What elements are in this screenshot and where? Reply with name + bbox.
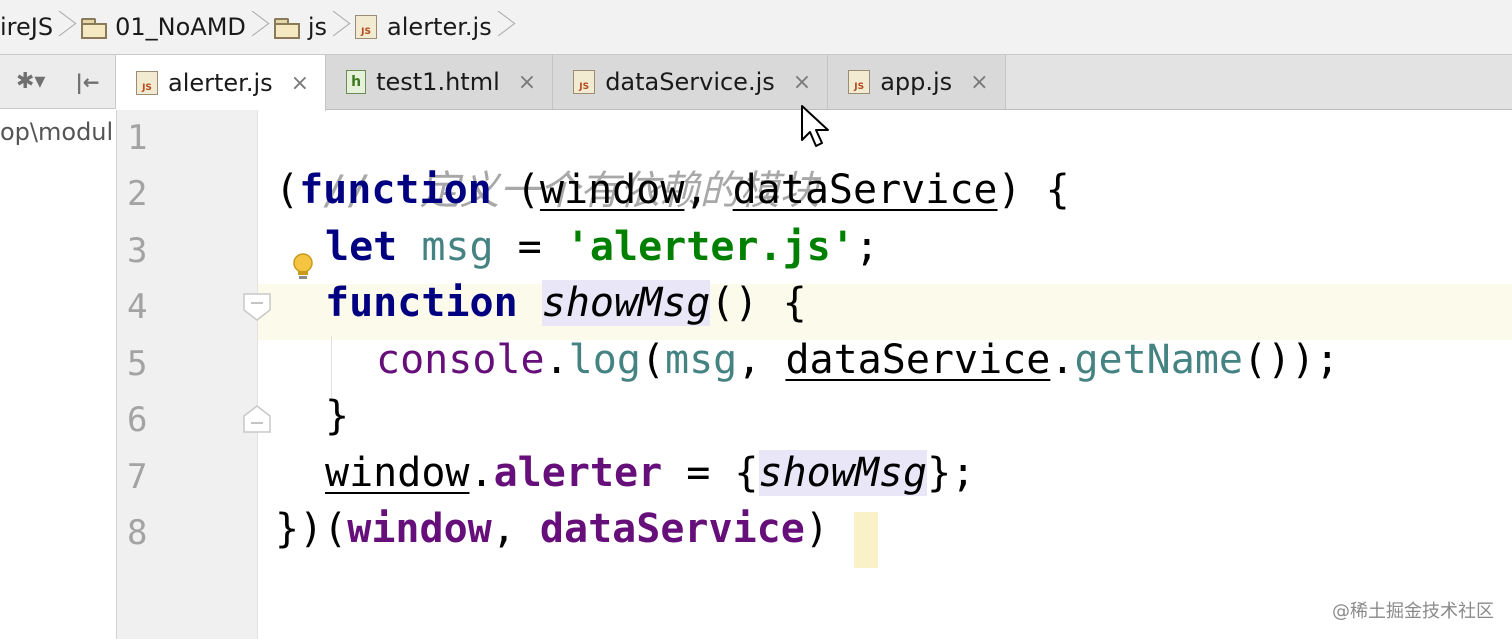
brace: } — [325, 393, 350, 439]
breadcrumb: ireJS 01_NoAMD js JS alerter.js — [0, 0, 1512, 55]
editor-tab-bar: JS alerter.js × h test1.html × JS dataSe… — [116, 55, 1512, 111]
gear-icon[interactable]: ✱▾ — [16, 69, 45, 94]
code-line-5[interactable]: console.log(msg, dataService.getName()); — [376, 337, 1339, 383]
line-number: 6 — [127, 400, 148, 440]
close-icon[interactable]: × — [518, 70, 536, 95]
text-caret — [854, 512, 878, 568]
project-toolbar: ✱▾ |← — [0, 55, 116, 109]
variable-msg: msg — [665, 337, 738, 383]
breadcrumb-item-js[interactable]: js — [273, 0, 355, 54]
breadcrumb-label: 01_NoAMD — [115, 13, 246, 41]
param-dataservice: dataService — [785, 337, 1051, 383]
shorthand-showmsg: showMsg — [758, 450, 928, 496]
arg-dataservice: dataService — [539, 506, 805, 552]
keyword: let — [325, 224, 398, 270]
method-getname: getName — [1074, 337, 1244, 383]
punct: . — [469, 450, 494, 496]
breadcrumb-label: alerter.js — [387, 13, 492, 41]
close-icon[interactable]: × — [291, 71, 309, 96]
chevron-right-icon — [498, 7, 512, 47]
line-number-gutter[interactable]: 1 2 3 4 5 6 7 8 — [117, 110, 258, 639]
param-dataservice: dataService — [732, 167, 998, 213]
punct: ( — [491, 167, 540, 213]
breadcrumb-item-alerter-js[interactable]: JS alerter.js — [355, 0, 520, 54]
close-icon[interactable]: × — [793, 70, 811, 95]
property-alerter: alerter — [493, 450, 663, 496]
punct: ( — [640, 337, 666, 383]
js-file-icon: JS — [355, 15, 378, 39]
fold-collapse-icon[interactable] — [242, 292, 272, 322]
code-line-2[interactable]: (function (window, dataService) { — [275, 167, 1070, 213]
string-literal: 'alerter.js' — [565, 224, 855, 270]
line-number: 1 — [127, 118, 148, 158]
collapse-panel-icon[interactable]: |← — [75, 70, 99, 94]
tab-label: app.js — [880, 68, 953, 96]
code-line-8[interactable]: })(window, dataService) — [275, 506, 829, 552]
keyword: function — [299, 167, 492, 213]
chevron-right-icon — [333, 7, 347, 47]
punct: , — [684, 167, 733, 213]
folder-icon — [81, 17, 108, 39]
keyword: function — [325, 280, 518, 326]
global-console: console — [376, 337, 545, 383]
js-file-icon: JS — [573, 70, 596, 94]
line-number: 3 — [127, 231, 148, 271]
lightbulb-icon[interactable] — [291, 252, 315, 282]
breadcrumb-item-01-noamd[interactable]: 01_NoAMD — [81, 0, 274, 54]
close-icon[interactable]: × — [970, 70, 988, 95]
punct: , — [737, 337, 786, 383]
fold-end-icon[interactable] — [242, 404, 272, 434]
method-log: log — [568, 337, 641, 383]
punct: })( — [275, 506, 348, 552]
punct: ) — [804, 506, 829, 552]
code-line-3[interactable]: let msg = 'alerter.js'; — [325, 224, 879, 270]
tab-test1-html[interactable]: h test1.html × — [326, 55, 554, 109]
punct: () { — [710, 280, 807, 326]
tab-alerter-js[interactable]: JS alerter.js × — [116, 55, 327, 111]
chevron-right-icon — [252, 7, 266, 47]
tab-label: alerter.js — [168, 69, 273, 97]
param-window: window — [325, 450, 470, 496]
variable-msg: msg — [421, 224, 494, 270]
line-number: 7 — [127, 457, 148, 497]
folder-icon — [273, 17, 300, 39]
punct: ) { — [997, 167, 1070, 213]
function-name-showmsg: showMsg — [541, 280, 711, 326]
punct: . — [544, 337, 569, 383]
project-tree-item[interactable]: op\modul — [0, 118, 113, 146]
punct: = { — [662, 450, 759, 496]
js-file-icon: JS — [848, 70, 871, 94]
code-line-4[interactable]: function showMsg() { — [325, 280, 807, 326]
breadcrumb-item-project[interactable]: ireJS — [0, 0, 81, 54]
indent-guide — [331, 336, 332, 398]
punct: , — [491, 506, 540, 552]
punct: ()); — [1243, 337, 1340, 383]
punct: ( — [275, 167, 300, 213]
tab-app-js[interactable]: JS app.js × — [828, 55, 1006, 109]
punct: . — [1050, 337, 1075, 383]
code-line-6[interactable]: } — [325, 393, 349, 439]
line-number: 8 — [127, 513, 148, 553]
breadcrumb-label: ireJS — [0, 13, 54, 41]
param-window: window — [539, 167, 685, 213]
line-number: 5 — [127, 344, 148, 384]
tab-dataservice-js[interactable]: JS dataService.js × — [553, 55, 829, 109]
js-file-icon: JS — [136, 71, 158, 95]
punct: ; — [854, 224, 879, 270]
html-file-icon: h — [346, 70, 367, 94]
line-number: 4 — [127, 287, 148, 327]
tab-label: dataService.js — [605, 68, 775, 96]
line-number: 2 — [127, 174, 148, 214]
tab-label: test1.html — [376, 68, 500, 96]
punct: }; — [927, 450, 976, 496]
punct: = — [493, 224, 566, 270]
project-panel[interactable]: op\modul — [0, 110, 117, 639]
chevron-right-icon — [59, 7, 73, 47]
watermark: @稀土掘金技术社区 — [1332, 601, 1494, 622]
arg-window: window — [347, 506, 492, 552]
mouse-pointer-icon — [801, 105, 829, 147]
code-line-7[interactable]: window.alerter = {showMsg}; — [325, 450, 975, 496]
